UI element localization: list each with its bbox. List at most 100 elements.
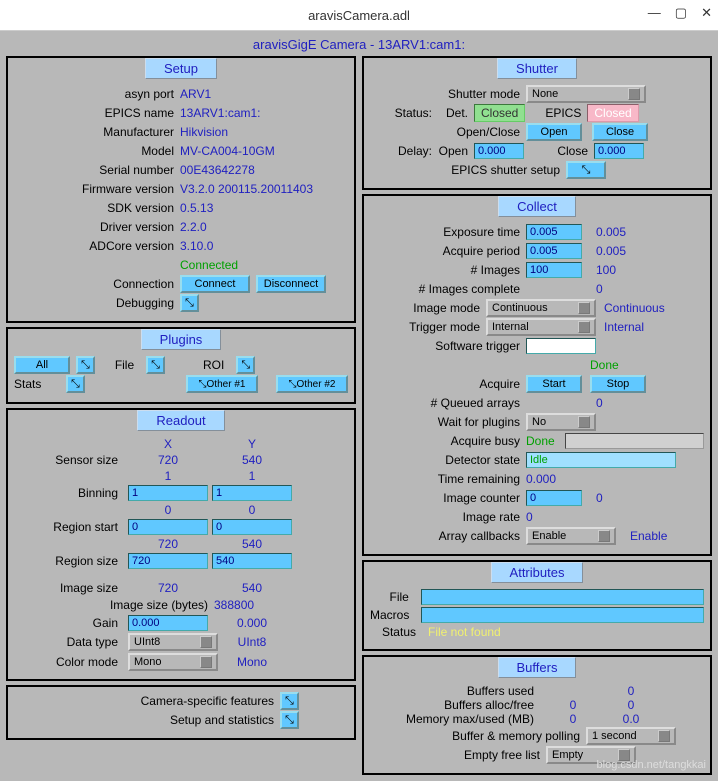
trigger-mode-rbv: Internal — [604, 320, 644, 334]
buffers-poll-select[interactable]: 1 second — [586, 727, 676, 745]
disconnect-button[interactable]: Disconnect — [256, 275, 326, 293]
shutter-close-button[interactable]: Close — [592, 123, 648, 141]
wait-plugins-select[interactable]: No — [526, 413, 596, 431]
plugins-all-menu[interactable]: ⤡ — [76, 356, 95, 374]
time-remaining-value: 0.000 — [526, 472, 556, 486]
camera-features-menu[interactable]: ⤡ — [280, 692, 299, 710]
buffers-poll-label: Buffer & memory polling — [370, 729, 586, 743]
shutter-det-label: Det. — [438, 106, 474, 120]
start-button[interactable]: Start — [526, 375, 582, 393]
image-mode-rbv: Continuous — [604, 301, 665, 315]
connect-button[interactable]: Connect — [180, 275, 250, 293]
shutter-open-button[interactable]: Open — [526, 123, 582, 141]
software-trigger-label: Software trigger — [370, 339, 526, 353]
attr-file-input[interactable] — [421, 589, 704, 605]
period-rbv: 0.005 — [596, 244, 626, 258]
binning-x-input[interactable]: 1 — [128, 485, 208, 501]
manufacturer-value: Hikvision — [180, 125, 228, 139]
plugins-all-button[interactable]: All — [14, 356, 70, 374]
image-counter-input[interactable]: 0 — [526, 490, 582, 506]
region-start-x-input[interactable]: 0 — [128, 519, 208, 535]
plugins-other2-button[interactable]: ⤡Other #2 — [276, 375, 348, 393]
asyn-port-value: ARV1 — [180, 87, 211, 101]
data-type-rbv: UInt8 — [212, 635, 292, 649]
region-start-label: Region start — [14, 520, 124, 534]
region-start-y-rbv: 0 — [212, 503, 292, 517]
shutter-panel: Shutter Shutter mode None Status: Det. C… — [362, 56, 712, 190]
sensor-x: 720 — [128, 453, 208, 467]
plugins-roi-menu[interactable]: ⤡ — [236, 356, 255, 374]
region-size-x-rbv: 720 — [128, 537, 208, 551]
trigger-mode-label: Trigger mode — [370, 320, 486, 334]
sdk-value: 0.5.13 — [180, 201, 213, 215]
detector-state-value: Idle — [526, 452, 676, 468]
shutter-mode-label: Shutter mode — [370, 87, 526, 101]
plugins-file-menu[interactable]: ⤡ — [146, 356, 165, 374]
gain-input[interactable]: 0.000 — [128, 615, 208, 631]
plugins-header: Plugins — [141, 329, 222, 350]
region-start-y-input[interactable]: 0 — [212, 519, 292, 535]
epics-shutter-setup-label: EPICS shutter setup — [370, 163, 566, 177]
delay-close-input[interactable]: 0.000 — [594, 143, 644, 159]
array-callbacks-rbv: Enable — [630, 529, 667, 543]
region-size-label: Region size — [14, 554, 124, 568]
connection-label: Connection — [14, 277, 180, 291]
minimize-icon[interactable]: — — [648, 5, 661, 21]
image-bytes-value: 388800 — [214, 598, 254, 612]
firmware-value: V3.2.0 200115.20011403 — [180, 182, 313, 196]
exposure-input[interactable]: 0.005 — [526, 224, 582, 240]
acquire-busy-label: Acquire busy — [370, 434, 526, 448]
image-mode-select[interactable]: Continuous — [486, 299, 596, 317]
shutter-mode-select[interactable]: None — [526, 85, 646, 103]
region-size-x-input[interactable]: 720 — [128, 553, 208, 569]
buffers-empty-select[interactable]: Empty — [546, 746, 636, 764]
manufacturer-label: Manufacturer — [14, 125, 180, 139]
buffers-used-label: Buffers used — [370, 684, 540, 698]
trigger-mode-select[interactable]: Internal — [486, 318, 596, 336]
debugging-menu-button[interactable]: ⤡ — [180, 294, 199, 312]
attr-status-label: Status — [370, 625, 422, 639]
binning-y-rbv: 1 — [212, 469, 292, 483]
binning-label: Binning — [14, 486, 124, 500]
stop-button[interactable]: Stop — [590, 375, 646, 393]
connected-status: Connected — [180, 258, 238, 272]
data-type-select[interactable]: UInt8 — [128, 633, 218, 651]
setup-stats-menu[interactable]: ⤡ — [280, 711, 299, 729]
image-rate-value: 0 — [526, 510, 533, 524]
region-size-y-input[interactable]: 540 — [212, 553, 292, 569]
delay-open-input[interactable]: 0.000 — [474, 143, 524, 159]
color-mode-select[interactable]: Mono — [128, 653, 218, 671]
model-label: Model — [14, 144, 180, 158]
serial-value: 00E43642278 — [180, 163, 255, 177]
detector-state-label: Detector state — [370, 453, 526, 467]
nimages-label: # Images — [370, 263, 526, 277]
chevron-down-icon — [578, 416, 590, 428]
attr-status-value: File not found — [428, 625, 501, 639]
maximize-icon[interactable]: ▢ — [675, 5, 687, 21]
plugins-other1-button[interactable]: ⤡Other #1 — [186, 375, 258, 393]
data-type-label: Data type — [14, 635, 124, 649]
collect-header: Collect — [498, 196, 576, 217]
driver-label: Driver version — [14, 220, 180, 234]
acquire-busy-bar — [565, 433, 704, 449]
close-icon[interactable]: ✕ — [701, 5, 712, 21]
image-mode-label: Image mode — [370, 301, 486, 315]
acquire-busy-value: Done — [526, 434, 555, 448]
period-input[interactable]: 0.005 — [526, 243, 582, 259]
setup-header: Setup — [145, 58, 217, 79]
software-trigger-input[interactable] — [526, 338, 596, 354]
readout-header: Readout — [137, 410, 224, 431]
image-rate-label: Image rate — [370, 510, 526, 524]
nimages-input[interactable]: 100 — [526, 262, 582, 278]
main-area: aravisGigE Camera - 13ARV1:cam1: Setup a… — [0, 31, 718, 781]
attr-macros-label: Macros — [370, 608, 415, 622]
plugins-stats-menu[interactable]: ⤡ — [66, 375, 85, 393]
epics-shutter-setup-menu[interactable]: ⤡ — [566, 161, 606, 179]
attr-macros-input[interactable] — [421, 607, 704, 623]
buffers-alloc-label: Buffers alloc/free — [370, 698, 540, 712]
array-callbacks-select[interactable]: Enable — [526, 527, 616, 545]
title-bar: aravisCamera.adl — ▢ ✕ — [0, 0, 718, 31]
y-header: Y — [212, 437, 292, 451]
shutter-det-status: Closed — [474, 104, 525, 122]
binning-y-input[interactable]: 1 — [212, 485, 292, 501]
